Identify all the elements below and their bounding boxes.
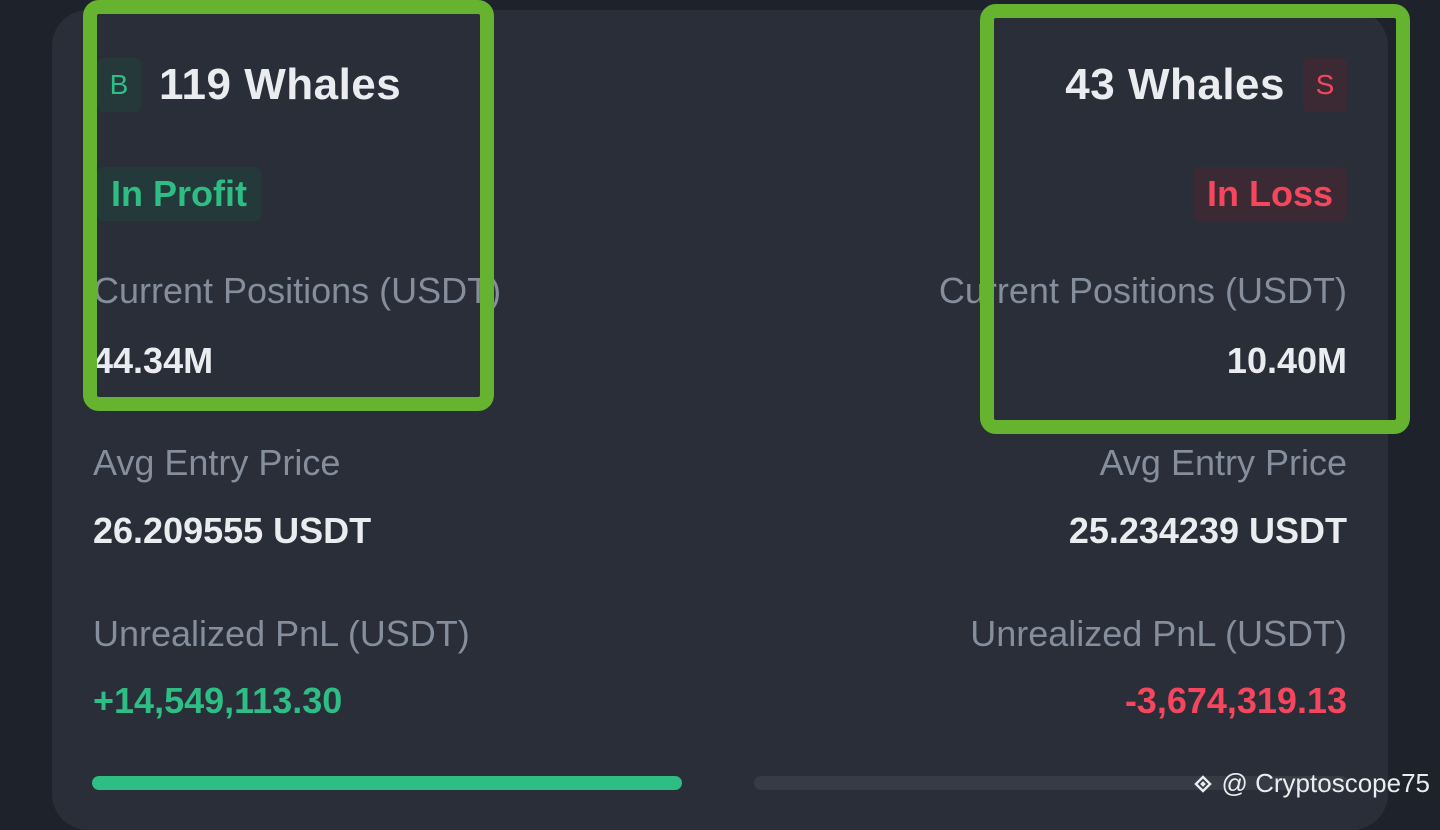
buy-header: B 119 Whales (97, 58, 401, 112)
sell-avg-entry-value: 25.234239 USDT (1068, 510, 1347, 551)
sell-positions-value: 10.40M (1226, 340, 1347, 381)
sell-side-column: 43 Whales S In Loss Current Positions (U… (727, 0, 1347, 810)
buy-badge: B (97, 58, 141, 112)
sell-positions-label: Current Positions (USDT) (938, 270, 1347, 311)
buy-ratio-bar (92, 776, 682, 790)
sell-avg-entry-label: Avg Entry Price (1099, 442, 1347, 483)
buy-avg-entry-label: Avg Entry Price (93, 442, 341, 483)
profit-status-badge: In Profit (97, 167, 261, 221)
binance-diamond-icon (1193, 774, 1212, 793)
buy-side-column: B 119 Whales In Profit Current Positions… (93, 0, 713, 810)
watermark-text: @ Cryptoscope75 (1221, 768, 1431, 798)
buy-pnl-label: Unrealized PnL (USDT) (93, 613, 470, 654)
watermark: @ Cryptoscope75 (1190, 768, 1431, 799)
sell-whales-count: 43 Whales (1065, 60, 1285, 109)
buy-positions-value: 44.34M (93, 340, 214, 381)
buy-whales-count: 119 Whales (159, 60, 402, 109)
buy-avg-entry-value: 26.209555 USDT (93, 510, 372, 551)
sell-header: 43 Whales S (1065, 58, 1347, 112)
loss-status-badge: In Loss (1192, 167, 1347, 221)
buy-positions-label: Current Positions (USDT) (93, 270, 502, 311)
buy-pnl-value: +14,549,113.30 (93, 680, 343, 721)
sell-pnl-value: -3,674,319.13 (1124, 680, 1347, 721)
sell-pnl-label: Unrealized PnL (USDT) (970, 613, 1347, 654)
sell-badge: S (1303, 58, 1347, 112)
